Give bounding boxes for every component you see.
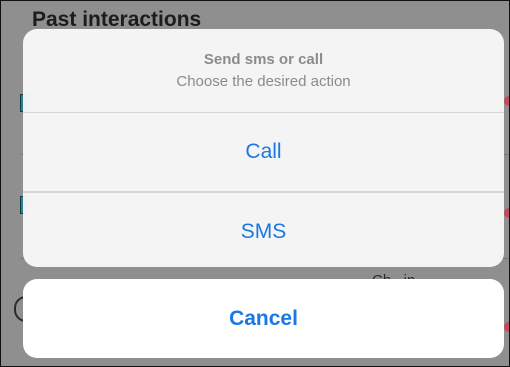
screen-border (0, 0, 510, 367)
screen: Past interactions Ch...in... Send sms or… (0, 0, 510, 367)
